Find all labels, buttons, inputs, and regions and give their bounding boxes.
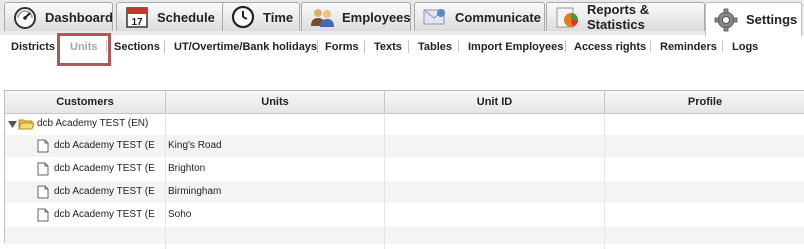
unit-cell: Soho bbox=[166, 204, 385, 226]
unit-cell: King's Road bbox=[166, 135, 385, 157]
customer-name: dcb Academy TEST (E bbox=[54, 186, 155, 197]
subnav-districts[interactable]: Districts bbox=[11, 41, 55, 53]
unit-id-cell bbox=[385, 227, 605, 249]
separator bbox=[722, 40, 723, 53]
subnav-sections[interactable]: Sections bbox=[114, 41, 160, 53]
envelope-icon bbox=[423, 9, 445, 25]
separator bbox=[458, 40, 459, 53]
unit-id-cell bbox=[385, 158, 605, 180]
customer-name: dcb Academy TEST (E bbox=[54, 163, 155, 174]
tab-employees[interactable]: Employees bbox=[301, 2, 411, 31]
column-header-profile[interactable]: Profile bbox=[605, 91, 804, 113]
customer-cell: dcb Academy TEST (E bbox=[5, 204, 166, 226]
tab-schedule[interactable]: 17 Schedule bbox=[116, 2, 226, 31]
unit-id-cell bbox=[385, 204, 605, 226]
separator bbox=[364, 40, 365, 53]
unit-id-cell bbox=[385, 135, 605, 157]
customer-cell: dcb Academy TEST (EN) bbox=[5, 113, 166, 135]
gauge-icon bbox=[14, 7, 36, 29]
document-icon bbox=[37, 208, 49, 222]
profile-cell bbox=[605, 135, 804, 157]
table-row[interactable]: dcb Academy TEST (E King's Road bbox=[5, 135, 804, 157]
unit-cell: Brighton bbox=[166, 158, 385, 180]
table-row[interactable]: dcb Academy TEST (E Birmingham bbox=[5, 181, 804, 203]
unit-cell bbox=[166, 113, 385, 135]
tab-label: Communicate bbox=[455, 9, 541, 25]
tab-dashboard[interactable]: Dashboard bbox=[4, 2, 113, 31]
tab-label: Reports & Statistics bbox=[587, 2, 650, 32]
document-icon bbox=[37, 139, 49, 153]
customer-cell: dcb Academy TEST (E bbox=[5, 181, 166, 203]
people-icon bbox=[311, 9, 334, 27]
subnav-ut-overtime-bank-holidays[interactable]: UT/Overtime/Bank holidays bbox=[174, 41, 317, 53]
subnav-logs[interactable]: Logs bbox=[732, 41, 758, 53]
expand-triangle-icon[interactable] bbox=[8, 120, 17, 129]
units-grid: Customers Units Unit ID Profile dcb Acad… bbox=[4, 90, 804, 249]
subnav-units[interactable]: Units bbox=[70, 41, 98, 53]
profile-cell bbox=[605, 227, 804, 249]
column-header-unit-id[interactable]: Unit ID bbox=[385, 91, 605, 113]
tab-label: Dashboard bbox=[45, 9, 113, 25]
column-header-customers[interactable]: Customers bbox=[5, 91, 166, 113]
tab-communicate[interactable]: Communicate bbox=[414, 2, 545, 31]
separator bbox=[317, 40, 318, 53]
table-row-group[interactable]: dcb Academy TEST (EN) bbox=[5, 113, 804, 135]
profile-cell bbox=[605, 113, 804, 135]
subnav-access-rights[interactable]: Access rights bbox=[574, 41, 646, 53]
document-icon bbox=[37, 162, 49, 176]
folder-open-icon bbox=[18, 119, 34, 129]
tab-label: Employees bbox=[342, 9, 411, 25]
separator bbox=[164, 40, 165, 53]
document-icon bbox=[37, 185, 49, 199]
table-row[interactable]: dcb Academy TEST (E Brighton bbox=[5, 158, 804, 180]
customer-cell bbox=[5, 227, 166, 249]
unit-cell bbox=[166, 227, 385, 249]
profile-cell bbox=[605, 181, 804, 203]
separator bbox=[106, 40, 107, 53]
calendar-icon-day: 17 bbox=[131, 17, 143, 28]
column-header-units[interactable]: Units bbox=[166, 91, 385, 113]
separator bbox=[408, 40, 409, 53]
separator bbox=[565, 40, 566, 53]
separator bbox=[59, 40, 60, 53]
unit-cell: Birmingham bbox=[166, 181, 385, 203]
tab-settings[interactable]: Settings bbox=[705, 2, 802, 36]
subnav-tables[interactable]: Tables bbox=[418, 41, 452, 53]
profile-cell bbox=[605, 204, 804, 226]
subnav-import-employees[interactable]: Import Employees bbox=[468, 41, 563, 53]
customer-cell: dcb Academy TEST (E bbox=[5, 158, 166, 180]
tab-label: Schedule bbox=[157, 9, 215, 25]
subnav-texts[interactable]: Texts bbox=[374, 41, 402, 53]
profile-cell bbox=[605, 158, 804, 180]
customer-name: dcb Academy TEST (E bbox=[54, 209, 155, 220]
tab-time[interactable]: Time bbox=[222, 2, 300, 31]
tab-label: Time bbox=[263, 9, 294, 25]
group-label: dcb Academy TEST (EN) bbox=[37, 118, 149, 129]
unit-id-cell bbox=[385, 113, 605, 135]
gear-icon bbox=[714, 8, 738, 31]
subnav-reminders[interactable]: Reminders bbox=[660, 41, 717, 53]
customer-name: dcb Academy TEST (E bbox=[54, 140, 155, 151]
settings-subnav: Districts Units Sections UT/Overtime/Ban… bbox=[0, 35, 804, 60]
table-row-empty bbox=[5, 227, 804, 249]
calendar-icon: 17 bbox=[126, 7, 148, 28]
customer-cell: dcb Academy TEST (E bbox=[5, 135, 166, 157]
tab-label: Settings bbox=[746, 12, 798, 27]
grid-header: Customers Units Unit ID Profile bbox=[5, 91, 804, 114]
clock-icon bbox=[231, 5, 255, 29]
unit-id-cell bbox=[385, 181, 605, 203]
main-tab-bar: Dashboard 17 Schedule Time Employees Com… bbox=[0, 0, 804, 36]
subnav-forms[interactable]: Forms bbox=[325, 41, 359, 53]
separator bbox=[650, 40, 651, 53]
table-row[interactable]: dcb Academy TEST (E Soho bbox=[5, 204, 804, 226]
pie-chart-icon bbox=[556, 7, 578, 28]
tab-reports-statistics[interactable]: Reports & Statistics bbox=[546, 2, 705, 32]
